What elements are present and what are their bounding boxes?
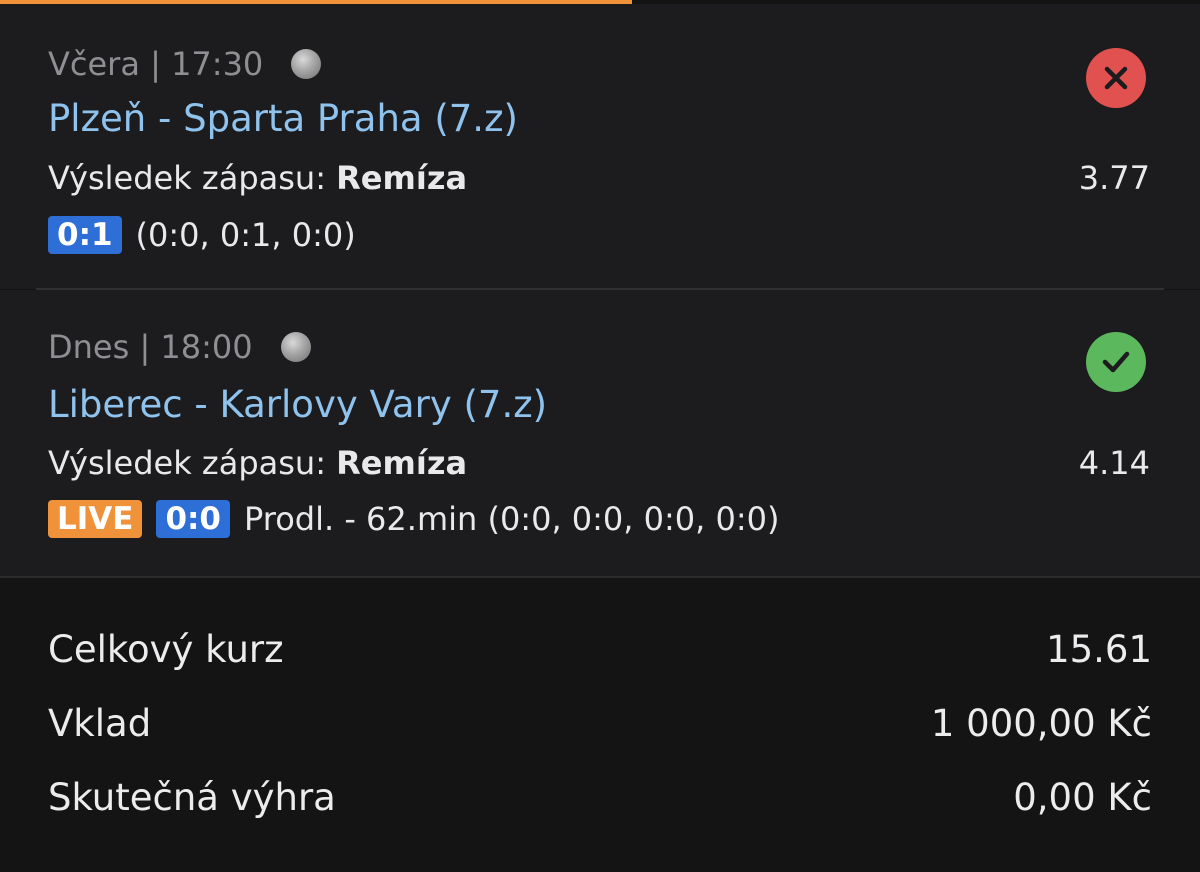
match-title-link[interactable]: Liberec - Karlovy Vary (7.z) <box>48 382 547 428</box>
actual-win-row: Skutečná výhra 0,00 Kč <box>48 775 1152 821</box>
total-odds-label: Celkový kurz <box>48 628 284 671</box>
bet-meta: Dnes | 18:00 <box>48 327 311 367</box>
total-odds-row: Celkový kurz 15.61 <box>48 627 1152 673</box>
bet-meta: Včera | 17:30 <box>48 44 322 84</box>
check-icon <box>1102 351 1130 373</box>
bet-status-won <box>1086 332 1146 392</box>
market-line: Výsledek zápasu: Remíza <box>48 443 467 483</box>
bet-ticket-screen: Včera | 17:30 Plzeň - Sparta Praha (7.z)… <box>0 0 1200 872</box>
bet-datetime: Dnes | 18:00 <box>48 328 253 366</box>
score-detail: Prodl. - 62.min (0:0, 0:0, 0:0, 0:0) <box>244 500 780 538</box>
total-odds-value: 15.61 <box>1046 628 1152 671</box>
bet-card-1[interactable]: Včera | 17:30 Plzeň - Sparta Praha (7.z)… <box>0 4 1200 289</box>
bet-odds: 4.14 <box>1078 444 1150 482</box>
actual-win-value: 0,00 Kč <box>1013 776 1152 819</box>
score-detail: (0:0, 0:1, 0:0) <box>135 216 356 254</box>
stake-row: Vklad 1 000,00 Kč <box>48 701 1152 747</box>
market-line: Výsledek zápasu: Remíza <box>48 158 467 198</box>
score-badge: 0:1 <box>48 216 122 254</box>
score-badge: 0:0 <box>156 500 231 538</box>
bet-status-lost <box>1086 48 1146 108</box>
sport-ball-icon <box>280 332 311 362</box>
market-label: Výsledek zápasu: <box>48 159 326 197</box>
live-badge: LIVE <box>48 500 143 538</box>
match-title-link[interactable]: Plzeň - Sparta Praha (7.z) <box>48 96 518 142</box>
actual-win-label: Skutečná výhra <box>48 776 336 819</box>
close-icon <box>1104 66 1128 90</box>
bet-datetime: Včera | 17:30 <box>48 45 264 83</box>
bet-card-2[interactable]: Dnes | 18:00 Liberec - Karlovy Vary (7.z… <box>0 290 1200 578</box>
stake-label: Vklad <box>48 702 152 745</box>
market-pick: Remíza <box>336 444 468 482</box>
market-label: Výsledek zápasu: <box>48 444 326 482</box>
stake-value: 1 000,00 Kč <box>930 702 1152 745</box>
score-row: 0:1 (0:0, 0:1, 0:0) <box>48 215 356 255</box>
bet-odds: 3.77 <box>1078 159 1150 197</box>
market-pick: Remíza <box>336 159 468 197</box>
sport-ball-icon <box>291 49 322 79</box>
score-row: LIVE 0:0 Prodl. - 62.min (0:0, 0:0, 0:0,… <box>48 499 779 539</box>
